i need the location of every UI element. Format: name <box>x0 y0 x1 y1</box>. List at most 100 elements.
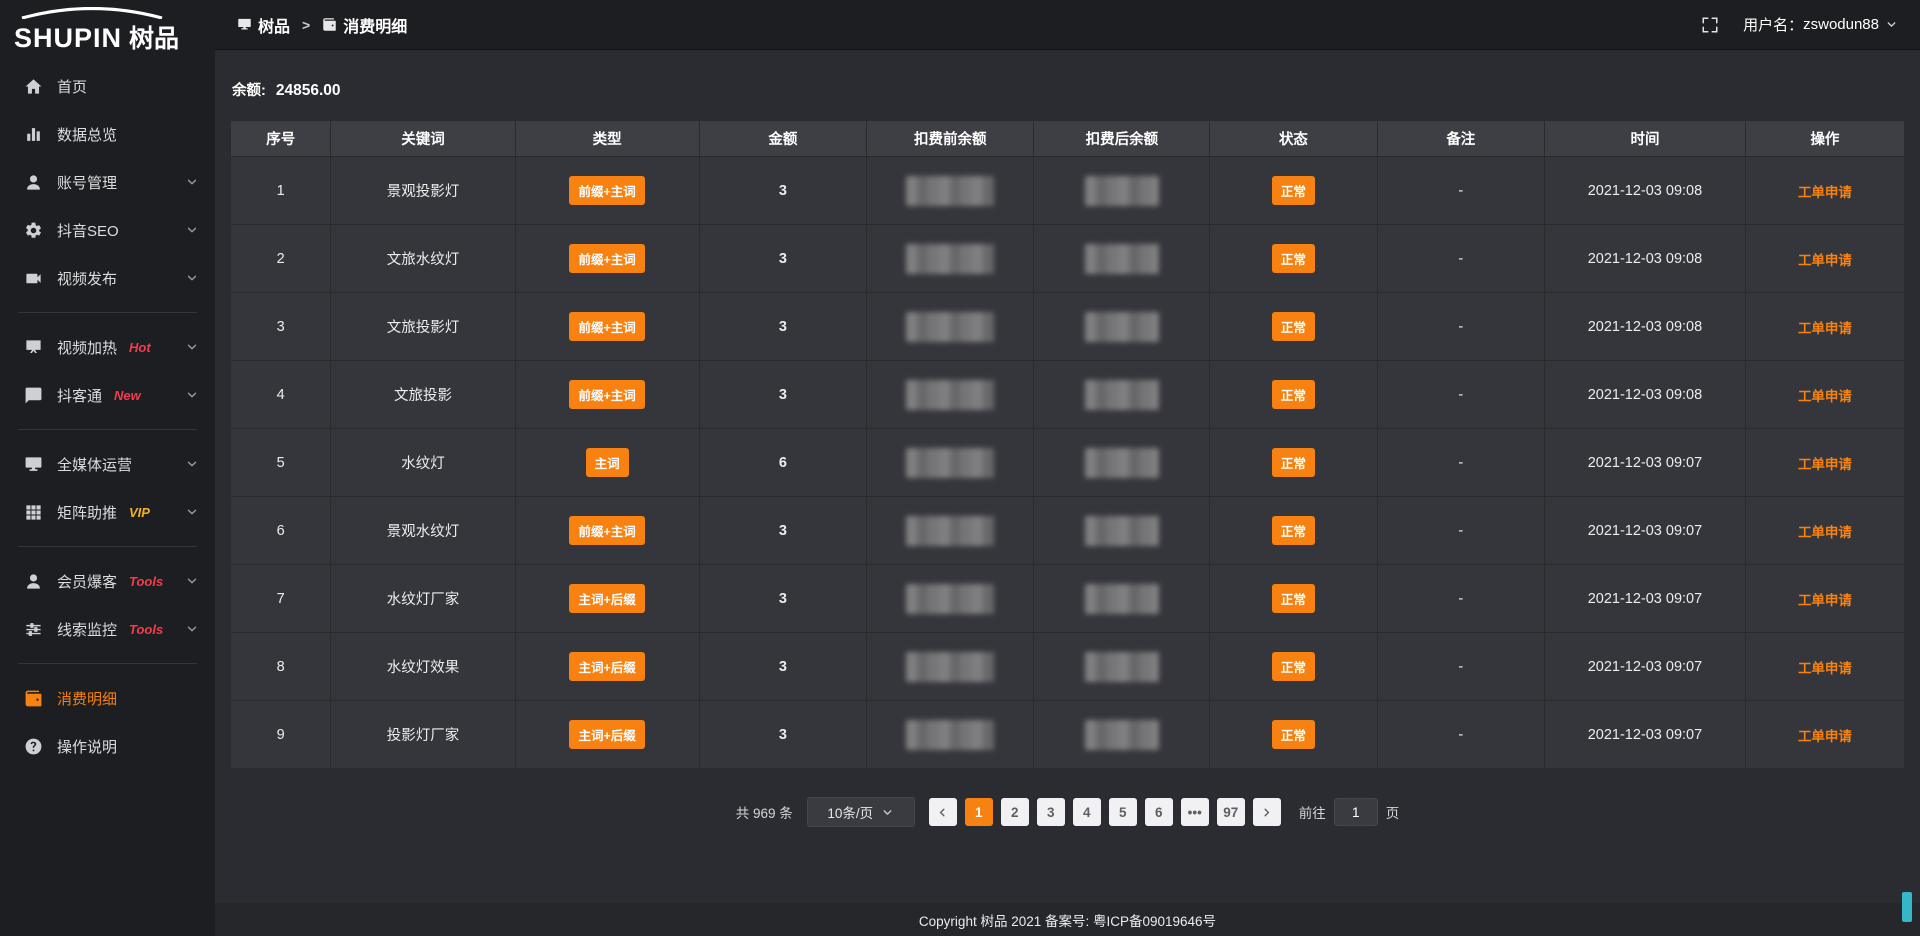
cell-type: 主词+后缀 <box>515 633 699 701</box>
cell-amount: 3 <box>699 565 866 633</box>
sidebar-item-matrix-boost[interactable]: 矩阵助推VIP <box>0 488 215 536</box>
cell-action: 工单申请 <box>1745 293 1904 361</box>
table-row: 3文旅投影灯前缀+主词3正常-2021-12-03 09:08工单申请 <box>231 293 1905 361</box>
cell-amount: 3 <box>699 701 866 769</box>
page-button-6[interactable]: 6 <box>1145 798 1173 826</box>
work-order-link[interactable]: 工单申请 <box>1798 661 1852 676</box>
page-button-5[interactable]: 5 <box>1109 798 1137 826</box>
type-badge: 前缀+主词 <box>569 176 644 205</box>
work-order-link[interactable]: 工单申请 <box>1798 321 1852 336</box>
cell-index: 5 <box>231 429 331 497</box>
cell-pre-balance <box>867 633 1034 701</box>
page-button-1[interactable]: 1 <box>965 798 993 826</box>
sidebar-item-label: 消费明细 <box>57 688 117 709</box>
sidebar-item-label: 抖客通 <box>57 385 102 406</box>
sidebar-item-member-burst[interactable]: 会员爆客Tools <box>0 557 215 605</box>
cell-pre-balance <box>867 701 1034 769</box>
app-logo[interactable]: SHUPIN 树品 <box>0 0 215 62</box>
goto-page-input[interactable] <box>1334 798 1378 826</box>
user-menu[interactable]: 用户名： zswodun88 <box>1743 14 1898 35</box>
cell-status: 正常 <box>1210 429 1377 497</box>
sidebar-item-label: 抖音SEO <box>57 220 119 241</box>
work-order-link[interactable]: 工单申请 <box>1798 525 1852 540</box>
cell-type: 前缀+主词 <box>515 157 699 225</box>
cell-status: 正常 <box>1210 157 1377 225</box>
side-widget[interactable] <box>1902 892 1912 922</box>
page-ellipsis[interactable]: ••• <box>1181 798 1209 826</box>
username-label: 用户名： <box>1743 14 1803 35</box>
cell-remark: - <box>1377 361 1544 429</box>
blurred-value <box>906 652 994 682</box>
work-order-link[interactable]: 工单申请 <box>1798 253 1852 268</box>
chevron-down-icon <box>881 806 894 819</box>
balance-value: 24856.00 <box>276 82 341 99</box>
work-order-link[interactable]: 工单申请 <box>1798 185 1852 200</box>
sidebar-item-douketong[interactable]: 抖客通 New <box>0 371 215 419</box>
cell-post-balance <box>1034 157 1210 225</box>
page-size-select[interactable]: 10条/页 <box>807 797 915 827</box>
page-button-97[interactable]: 97 <box>1217 798 1245 826</box>
type-badge: 主词 <box>586 448 629 477</box>
cell-index: 3 <box>231 293 331 361</box>
cell-time: 2021-12-03 09:08 <box>1545 293 1746 361</box>
sidebar-item-media-operation[interactable]: 全媒体运营 <box>0 440 215 488</box>
sidebar-item-data-overview[interactable]: 数据总览 <box>0 110 215 158</box>
sidebar-item-clue-monitor[interactable]: 线索监控Tools <box>0 605 215 653</box>
blurred-value <box>1085 720 1159 750</box>
sidebar-item-home[interactable]: 首页 <box>0 62 215 110</box>
work-order-link[interactable]: 工单申请 <box>1798 729 1852 744</box>
status-badge: 正常 <box>1272 312 1315 341</box>
column-header: 备注 <box>1377 121 1544 157</box>
work-order-link[interactable]: 工单申请 <box>1798 593 1852 608</box>
sidebar-item-badge: VIP <box>129 505 150 520</box>
sidebar-item-account-manage[interactable]: 账号管理 <box>0 158 215 206</box>
work-order-link[interactable]: 工单申请 <box>1798 457 1852 472</box>
fullscreen-icon[interactable] <box>1701 16 1719 34</box>
cell-post-balance <box>1034 293 1210 361</box>
cell-remark: - <box>1377 157 1544 225</box>
cell-index: 7 <box>231 565 331 633</box>
status-badge: 正常 <box>1272 584 1315 613</box>
breadcrumb-item-home[interactable]: 树品 <box>258 13 290 37</box>
cell-status: 正常 <box>1210 225 1377 293</box>
sidebar-item-consume-detail[interactable]: 消费明细 <box>0 674 215 722</box>
table-row: 2文旅水纹灯前缀+主词3正常-2021-12-03 09:08工单申请 <box>231 225 1905 293</box>
sidebar-item-help[interactable]: 操作说明 <box>0 722 215 770</box>
table-row: 8水纹灯效果主词+后缀3正常-2021-12-03 09:07工单申请 <box>231 633 1905 701</box>
cell-keyword: 水纹灯厂家 <box>331 565 515 633</box>
cell-remark: - <box>1377 497 1544 565</box>
next-page-button[interactable] <box>1253 798 1281 826</box>
cell-index: 9 <box>231 701 331 769</box>
cell-post-balance <box>1034 361 1210 429</box>
cell-post-balance <box>1034 225 1210 293</box>
work-order-link[interactable]: 工单申请 <box>1798 389 1852 404</box>
chevron-down-icon <box>185 271 199 285</box>
sidebar-item-video-heat[interactable]: 视频加热Hot <box>0 323 215 371</box>
monitor-icon <box>24 455 43 474</box>
cell-keyword: 投影灯厂家 <box>331 701 515 769</box>
sidebar-item-video-publish[interactable]: 视频发布 <box>0 254 215 302</box>
blurred-value <box>1085 244 1159 274</box>
home-icon <box>24 77 43 96</box>
type-badge: 主词+后缀 <box>569 720 644 749</box>
page-button-4[interactable]: 4 <box>1073 798 1101 826</box>
sidebar-item-badge: New <box>114 388 141 403</box>
question-icon <box>24 737 43 756</box>
blurred-value <box>906 720 994 750</box>
prev-page-button[interactable] <box>929 798 957 826</box>
cell-pre-balance <box>867 293 1034 361</box>
board-icon <box>24 338 43 357</box>
sidebar-item-douyin-seo[interactable]: 抖音SEO <box>0 206 215 254</box>
cell-index: 1 <box>231 157 331 225</box>
cell-remark: - <box>1377 293 1544 361</box>
cell-keyword: 文旅水纹灯 <box>331 225 515 293</box>
column-header: 时间 <box>1545 121 1746 157</box>
sidebar-item-label: 数据总览 <box>57 124 117 145</box>
blurred-value <box>906 448 994 478</box>
cell-amount: 3 <box>699 157 866 225</box>
status-badge: 正常 <box>1272 176 1315 205</box>
page-button-3[interactable]: 3 <box>1037 798 1065 826</box>
goto-label: 前往 <box>1299 802 1326 822</box>
page-button-2[interactable]: 2 <box>1001 798 1029 826</box>
cell-remark: - <box>1377 633 1544 701</box>
